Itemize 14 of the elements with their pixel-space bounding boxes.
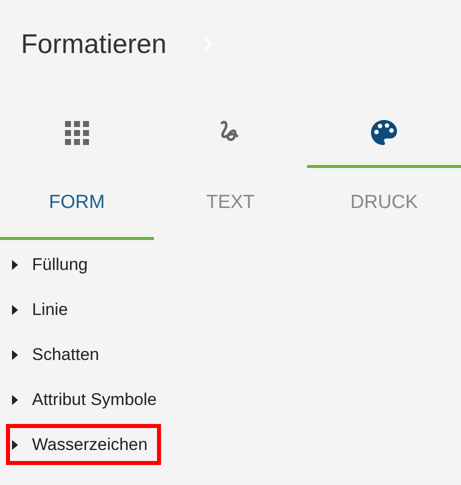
section-header[interactable]: Wasserzeichen [6, 424, 161, 465]
grid-icon [64, 120, 90, 146]
panel-title: Formatieren [21, 28, 167, 60]
caret-icon [12, 394, 18, 404]
caret-icon [12, 440, 18, 450]
tab[interactable]: FORM [0, 168, 154, 240]
caret-icon [12, 350, 18, 360]
section-header[interactable]: Attribut Symbole [6, 379, 170, 420]
section-header[interactable]: Füllung [6, 244, 101, 285]
palette-icon [369, 118, 400, 148]
caret-icon [12, 260, 18, 270]
section-header[interactable]: Linie [6, 289, 81, 330]
section-header[interactable]: Schatten [6, 334, 112, 375]
caret-icon [12, 304, 18, 314]
